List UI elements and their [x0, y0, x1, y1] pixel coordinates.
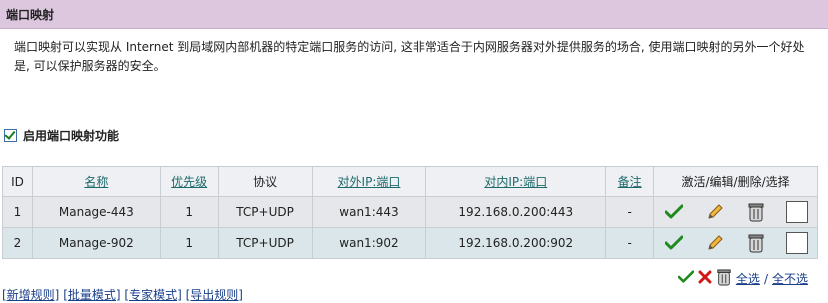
select-all-link[interactable]: 全选	[736, 270, 760, 287]
actions-separator: /	[763, 271, 768, 286]
cell-operations	[653, 196, 818, 228]
header-external[interactable]: 对外IP:端口	[311, 166, 427, 197]
port-mapping-table: ID 名称 优先级 协议 对外IP:端口 对内IP:端口 备注 激活/编辑/删除…	[2, 166, 818, 259]
sort-internal-link[interactable]: 对内IP:端口	[484, 175, 547, 189]
cell-protocol: TCP+UDP	[217, 196, 313, 228]
cell-external: wan1:902	[311, 227, 427, 259]
edit-pencil-icon[interactable]	[704, 201, 726, 223]
cell-note: -	[605, 227, 655, 259]
delete-trash-icon[interactable]	[745, 232, 767, 254]
sort-note-link[interactable]: 备注	[618, 175, 642, 189]
table-row: 2 Manage-902 1 TCP+UDP wan1:902 192.168.…	[2, 227, 818, 259]
cell-internal: 192.168.0.200:902	[425, 227, 607, 259]
header-internal[interactable]: 对内IP:端口	[425, 166, 607, 197]
page-description: 端口映射可以实现从 Internet 到局域网内部机器的特定端口服务的访问, 这…	[14, 40, 805, 73]
header-name[interactable]: 名称	[31, 166, 161, 197]
header-note[interactable]: 备注	[605, 166, 655, 197]
bulk-delete-trash-icon[interactable]	[716, 268, 732, 289]
table-row: 1 Manage-443 1 TCP+UDP wan1:443 192.168.…	[2, 196, 818, 228]
cell-note: -	[605, 196, 655, 228]
bulk-actions: 全选 / 全不选	[677, 268, 808, 289]
select-none-link[interactable]: 全不选	[772, 270, 808, 287]
select-row-checkbox[interactable]	[785, 201, 808, 223]
add-rule-link[interactable]: [新增规则]	[2, 288, 59, 302]
select-row-checkbox[interactable]	[785, 232, 808, 254]
header-priority[interactable]: 优先级	[159, 166, 219, 197]
page-title: 端口映射	[6, 8, 55, 22]
bulk-activate-check-icon[interactable]	[677, 270, 695, 287]
cell-id: 2	[2, 227, 33, 259]
sort-priority-link[interactable]: 优先级	[171, 175, 207, 189]
cell-priority: 1	[159, 227, 219, 259]
cell-external: wan1:443	[311, 196, 427, 228]
cell-protocol: TCP+UDP	[217, 227, 313, 259]
cell-name: Manage-902	[31, 227, 161, 259]
header-protocol: 协议	[217, 166, 313, 197]
expert-mode-link[interactable]: [专家模式]	[124, 288, 181, 302]
cell-operations	[653, 227, 818, 259]
title-bar: 端口映射	[0, 0, 828, 29]
cell-id: 1	[2, 196, 33, 228]
active-check-icon[interactable]	[663, 201, 685, 223]
table-header-row: ID 名称 优先级 协议 对外IP:端口 对内IP:端口 备注 激活/编辑/删除…	[2, 166, 818, 197]
enable-port-mapping[interactable]: 启用端口映射功能	[4, 127, 119, 144]
header-id: ID	[2, 166, 33, 197]
bulk-deactivate-x-icon[interactable]	[698, 270, 712, 287]
enable-checkbox[interactable]	[4, 129, 17, 142]
cell-internal: 192.168.0.200:443	[425, 196, 607, 228]
delete-trash-icon[interactable]	[745, 201, 767, 223]
sort-name-link[interactable]: 名称	[84, 175, 108, 189]
active-check-icon[interactable]	[663, 232, 685, 254]
sort-external-link[interactable]: 对外IP:端口	[338, 175, 401, 189]
cell-priority: 1	[159, 196, 219, 228]
header-operations: 激活/编辑/删除/选择	[653, 166, 818, 197]
batch-mode-link[interactable]: [批量模式]	[63, 288, 120, 302]
bottom-links: [新增规则] [批量模式] [专家模式] [导出规则]	[2, 286, 243, 303]
export-rules-link[interactable]: [导出规则]	[186, 288, 243, 302]
edit-pencil-icon[interactable]	[704, 232, 726, 254]
cell-name: Manage-443	[31, 196, 161, 228]
enable-label: 启用端口映射功能	[23, 129, 120, 143]
